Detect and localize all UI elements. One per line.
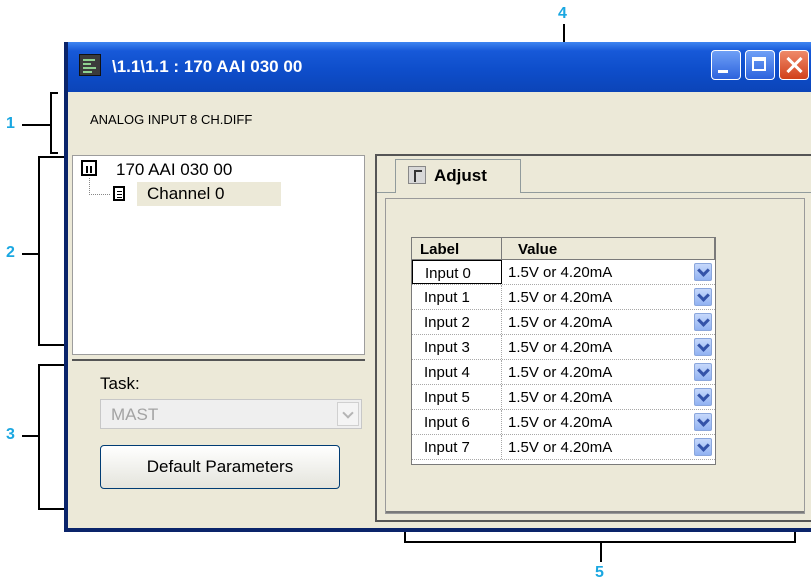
callout-2: 2 [6,244,15,261]
row-value[interactable]: 1.5V or 4.20mA [508,414,612,431]
module-tree: 170 AAI 030 00 Channel 0 [72,155,365,355]
maximize-icon[interactable] [745,50,775,80]
tab-adjust-label: Adjust [434,166,487,185]
row-label[interactable]: Input 7 [412,435,502,459]
module-icon [79,54,101,76]
callout-4: 4 [558,5,567,22]
chevron-down-icon[interactable] [694,388,712,406]
default-parameters-button[interactable]: Default Parameters [100,445,340,489]
grid-header: Label Value [412,238,715,260]
column-header-value: Value [502,238,715,260]
callout-2-line [22,253,38,255]
tree-connector [89,178,110,195]
row-label[interactable]: Input 4 [412,360,502,384]
callout-3-bracket [38,364,40,510]
row-value[interactable]: 1.5V or 4.20mA [508,289,612,306]
row-label[interactable]: Input 0 [412,260,502,284]
callout-5: 5 [595,564,604,581]
table-row: Input 4 1.5V or 4.20mA [412,360,715,385]
row-label[interactable]: Input 6 [412,410,502,434]
row-label[interactable]: Input 3 [412,335,502,359]
table-row: Input 7 1.5V or 4.20mA [412,435,715,460]
input-range-grid: Label Value Input 0 1.5V or 4.20mA Input… [411,237,716,465]
row-value[interactable]: 1.5V or 4.20mA [508,314,612,331]
row-value[interactable]: 1.5V or 4.20mA [508,364,612,381]
module-icon [81,160,97,176]
table-row: Input 2 1.5V or 4.20mA [412,310,715,335]
chevron-down-icon[interactable] [337,402,359,426]
chevron-down-icon[interactable] [694,413,712,431]
chevron-down-icon[interactable] [694,263,712,281]
row-value[interactable]: 1.5V or 4.20mA [508,439,612,456]
panel-divider [72,359,365,361]
callout-3-line [22,435,38,437]
table-row: Input 6 1.5V or 4.20mA [412,410,715,435]
config-window: \1.1\1.1 : 170 AAI 030 00 ANALOG INPUT 8… [64,42,811,532]
module-description: ANALOG INPUT 8 CH.DIFF [90,112,253,127]
column-header-label: Label [412,238,502,260]
close-icon[interactable] [779,50,809,80]
table-row: Input 3 1.5V or 4.20mA [412,335,715,360]
adjust-tab-content: Label Value Input 0 1.5V or 4.20mA Input… [385,198,805,514]
channel-icon [113,186,125,201]
row-label[interactable]: Input 1 [412,285,502,309]
row-label[interactable]: Input 2 [412,310,502,334]
callout-3: 3 [6,426,15,443]
window-title: \1.1\1.1 : 170 AAI 030 00 [112,57,303,76]
task-value: MAST [111,405,159,424]
callout-5-bracket [404,541,796,543]
tree-item-channel-0[interactable]: Channel 0 [137,182,281,206]
row-value[interactable]: 1.5V or 4.20mA [508,389,612,406]
row-value[interactable]: 1.5V or 4.20mA [508,264,612,281]
callout-1-bracket [50,92,52,154]
chevron-down-icon[interactable] [694,313,712,331]
tab-adjust[interactable]: Adjust [395,159,521,193]
chevron-down-icon[interactable] [694,288,712,306]
chevron-down-icon[interactable] [694,338,712,356]
minimize-icon[interactable] [711,50,741,80]
callout-5-line [600,542,602,562]
row-label[interactable]: Input 5 [412,385,502,409]
callout-2-bracket [38,156,40,346]
table-row: Input 5 1.5V or 4.20mA [412,385,715,410]
task-label: Task: [100,374,140,393]
chevron-down-icon[interactable] [694,438,712,456]
callout-1: 1 [6,115,15,132]
title-bar[interactable]: \1.1\1.1 : 170 AAI 030 00 [68,42,811,92]
tree-root[interactable]: 170 AAI 030 00 [116,160,232,180]
task-select[interactable]: MAST [100,399,362,429]
row-value[interactable]: 1.5V or 4.20mA [508,339,612,356]
adjust-icon [408,166,426,184]
table-row: Input 1 1.5V or 4.20mA [412,285,715,310]
callout-1-line [22,124,50,126]
chevron-down-icon[interactable] [694,363,712,381]
channel-config-panel: Adjust Label Value Input 0 1.5V or 4.20m… [375,154,811,522]
table-row: Input 0 1.5V or 4.20mA [412,260,715,285]
